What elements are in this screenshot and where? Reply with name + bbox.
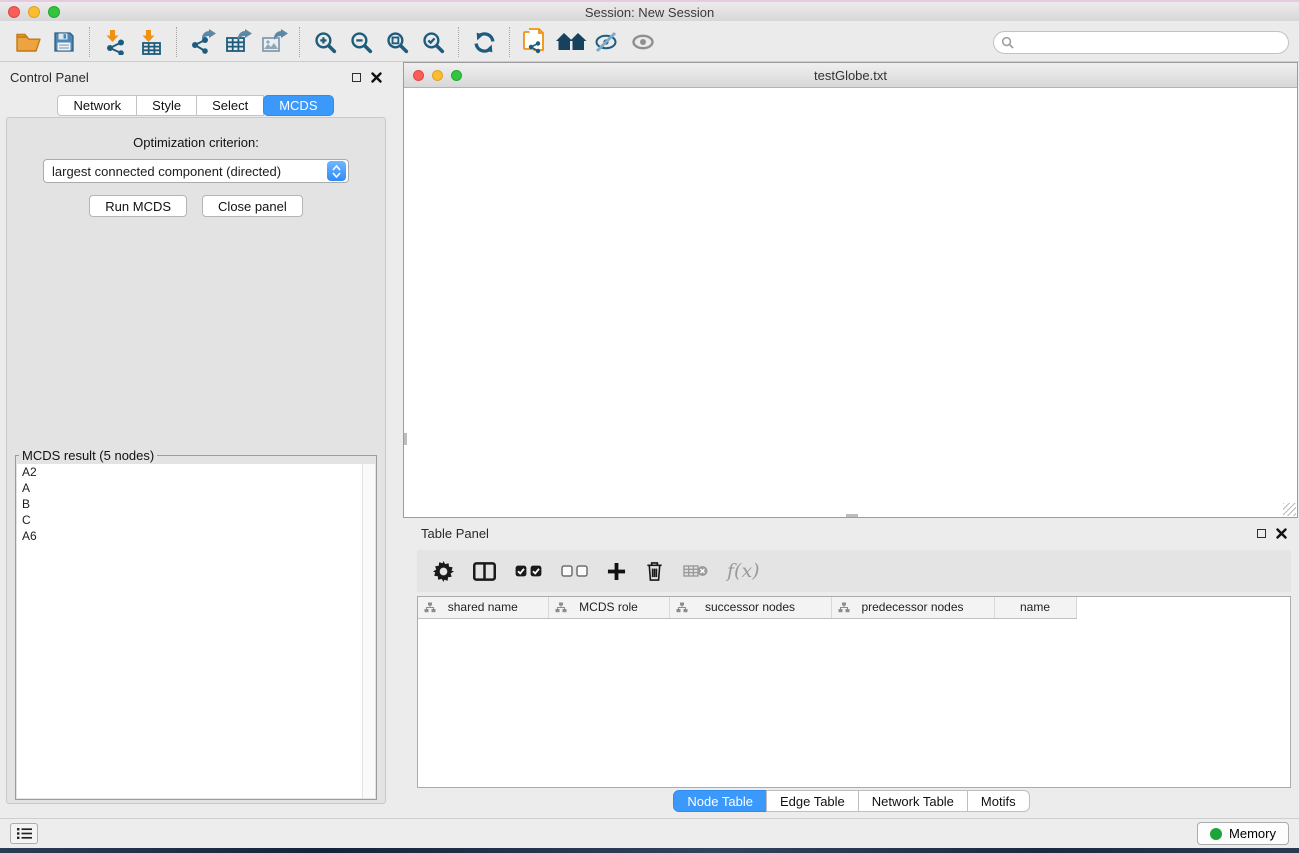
column-header-successor-nodes[interactable]: successor nodes: [669, 597, 831, 618]
resize-grip[interactable]: [1283, 503, 1296, 516]
tab-select[interactable]: Select: [196, 95, 264, 116]
search-input[interactable]: [1019, 35, 1281, 49]
clone-network-icon[interactable]: [517, 27, 553, 57]
save-session-icon[interactable]: [46, 27, 82, 57]
optimization-criterion-label: Optimization criterion:: [7, 135, 385, 150]
delete-table-icon[interactable]: [683, 563, 708, 579]
deselect-all-check-icon[interactable]: [561, 565, 588, 577]
tab-edge-table[interactable]: Edge Table: [766, 790, 859, 812]
scrollbar[interactable]: [404, 433, 407, 445]
search-box: [993, 31, 1289, 54]
tab-network[interactable]: Network: [57, 95, 137, 116]
close-panel-icon[interactable]: [371, 72, 382, 83]
application-window: Session: New Session: [0, 0, 1299, 853]
optimization-criterion-select[interactable]: largest connected component (directed): [43, 159, 349, 183]
toolbar-separator: [458, 27, 459, 57]
toolbar-separator: [509, 27, 510, 57]
toolbar-separator: [299, 27, 300, 57]
tab-motifs[interactable]: Motifs: [967, 790, 1030, 812]
mcds-result-item[interactable]: A2: [17, 464, 375, 480]
mcds-result-item[interactable]: A: [17, 480, 375, 496]
zoom-out-icon[interactable]: [343, 27, 379, 57]
float-panel-icon[interactable]: [352, 73, 361, 82]
mcds-result-list: A2ABCA6: [17, 464, 375, 798]
close-panel-icon[interactable]: [1276, 528, 1287, 539]
main-toolbar: [0, 23, 1299, 62]
search-icon: [1001, 36, 1014, 49]
hide-graphics-details-icon[interactable]: [589, 27, 625, 57]
table-toolbar: f(x): [417, 550, 1291, 592]
column-header-mcds-role[interactable]: MCDS role: [548, 597, 669, 618]
status-bar: Memory: [0, 818, 1299, 848]
export-table-icon[interactable]: [220, 27, 256, 57]
home-icon[interactable]: [553, 27, 589, 57]
mcds-panel: Optimization criterion: largest connecte…: [6, 117, 386, 804]
float-panel-icon[interactable]: [1257, 529, 1266, 538]
mcds-result-item[interactable]: B: [17, 496, 375, 512]
network-window-title: testGlobe.txt: [404, 68, 1297, 83]
add-column-icon[interactable]: [607, 562, 626, 581]
memory-status-icon: [1210, 828, 1222, 840]
table-tabs: Node TableEdge TableNetwork TableMotifs: [405, 790, 1299, 812]
node-table: shared nameMCDS rolesuccessor nodesprede…: [417, 596, 1291, 788]
delete-column-icon[interactable]: [645, 560, 664, 582]
selected-criterion: largest connected component (directed): [44, 164, 327, 179]
control-panel-title: Control Panel: [10, 70, 89, 85]
select-all-check-icon[interactable]: [515, 565, 542, 577]
network-view-window: testGlobe.txt: [403, 62, 1298, 518]
scrollbar[interactable]: [362, 464, 375, 798]
mcds-result-group: MCDS result (5 nodes) A2ABCA6: [15, 448, 377, 800]
network-graph[interactable]: [404, 89, 1297, 517]
column-header-predecessor-nodes[interactable]: predecessor nodes: [831, 597, 994, 618]
tab-node-table[interactable]: Node Table: [673, 790, 767, 812]
session-title: Session: New Session: [0, 5, 1299, 20]
table-header-row: shared nameMCDS rolesuccessor nodesprede…: [418, 597, 1290, 618]
mcds-result-title: MCDS result (5 nodes): [19, 448, 157, 463]
toolbar-separator: [89, 27, 90, 57]
memory-label: Memory: [1229, 826, 1276, 841]
import-table-icon[interactable]: [133, 27, 169, 57]
show-column-panel-icon[interactable]: [473, 562, 496, 581]
column-header-name[interactable]: name: [994, 597, 1076, 618]
titlebar: Session: New Session: [0, 0, 1299, 21]
zoom-in-icon[interactable]: [307, 27, 343, 57]
export-image-icon[interactable]: [256, 27, 292, 57]
apply-layout-icon[interactable]: [466, 27, 502, 57]
table-panel-title: Table Panel: [421, 526, 489, 541]
control-panel: Control Panel NetworkStyleSelectMCDS Opt…: [0, 62, 392, 818]
dropdown-stepper-icon: [327, 161, 346, 181]
show-graphics-details-icon[interactable]: [625, 27, 661, 57]
table-panel: Table Panel: [405, 520, 1299, 818]
zoom-fit-icon[interactable]: [379, 27, 415, 57]
scrollbar[interactable]: [846, 514, 858, 517]
export-network-icon[interactable]: [184, 27, 220, 57]
tab-mcds[interactable]: MCDS: [263, 95, 333, 116]
column-header-shared-name[interactable]: shared name: [418, 597, 548, 618]
zoom-selected-icon[interactable]: [415, 27, 451, 57]
network-canvas[interactable]: [404, 89, 1297, 517]
function-builder-icon[interactable]: f(x): [727, 560, 760, 582]
tab-network-table[interactable]: Network Table: [858, 790, 968, 812]
toolbar-separator: [176, 27, 177, 57]
list-icon: [16, 827, 33, 840]
tab-style[interactable]: Style: [136, 95, 197, 116]
close-panel-button[interactable]: Close panel: [202, 195, 303, 217]
mcds-result-item[interactable]: A6: [17, 528, 375, 544]
table-options-icon[interactable]: [433, 561, 454, 582]
desktop-background: [0, 848, 1299, 853]
mcds-result-item[interactable]: C: [17, 512, 375, 528]
control-panel-tabs: NetworkStyleSelectMCDS: [0, 95, 392, 116]
import-network-icon[interactable]: [97, 27, 133, 57]
open-session-icon[interactable]: [10, 27, 46, 57]
memory-button[interactable]: Memory: [1197, 822, 1289, 845]
network-window-titlebar[interactable]: testGlobe.txt: [404, 63, 1297, 88]
run-mcds-button[interactable]: Run MCDS: [89, 195, 187, 217]
task-history-button[interactable]: [10, 823, 38, 844]
